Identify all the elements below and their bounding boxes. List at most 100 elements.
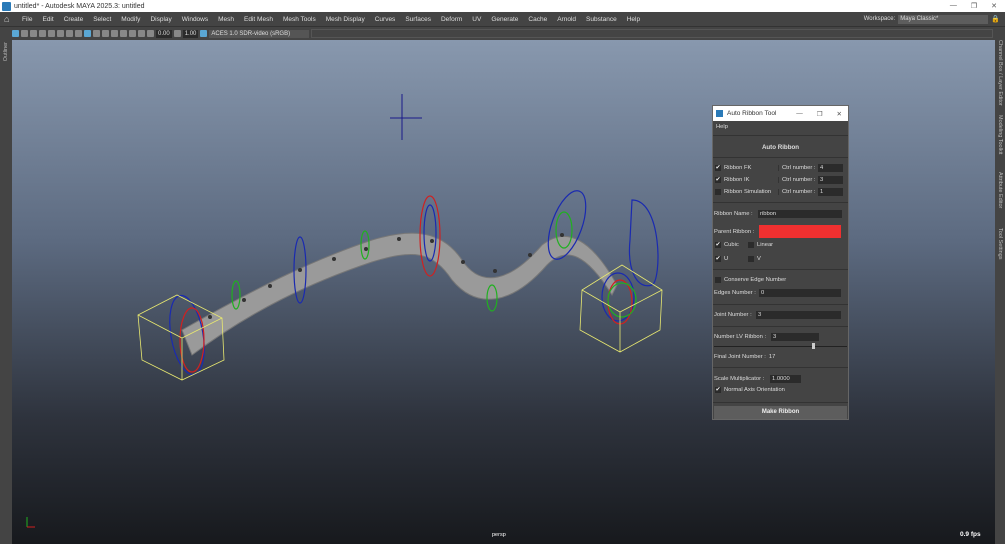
ribbon-fk-checkbox[interactable]: ✔ xyxy=(715,165,721,171)
grid-icon[interactable] xyxy=(48,30,55,37)
tool-minimize-button[interactable]: — xyxy=(796,110,803,118)
modeling-toolkit-tab[interactable]: Modeling Toolkit xyxy=(997,115,1003,154)
image-plane-icon[interactable] xyxy=(39,30,46,37)
divider xyxy=(713,326,848,327)
resolution-gate-icon[interactable] xyxy=(66,30,73,37)
lock-icon[interactable]: 🔒 xyxy=(991,15,1000,23)
left-panel-strip: Outliner xyxy=(0,40,12,544)
v-checkbox[interactable] xyxy=(748,256,754,262)
menu-modify[interactable]: Modify xyxy=(116,16,145,23)
maya-logo-icon xyxy=(716,110,723,117)
menu-display[interactable]: Display xyxy=(145,16,176,23)
minimize-button[interactable]: — xyxy=(950,2,957,10)
conserve-edge-label: Conserve Edge Number xyxy=(724,277,787,283)
menu-create[interactable]: Create xyxy=(59,16,89,23)
menu-deform[interactable]: Deform xyxy=(436,16,467,23)
sim-ctrl-number-input[interactable]: 1 xyxy=(818,188,843,196)
divider xyxy=(713,402,848,403)
menu-bar: ⌂ File Edit Create Select Modify Display… xyxy=(0,12,1005,27)
tool-menu-help[interactable]: Help xyxy=(713,124,848,130)
home-icon[interactable]: ⌂ xyxy=(4,14,14,24)
film-gate-icon[interactable] xyxy=(57,30,64,37)
attribute-editor-tab[interactable]: Attribute Editor xyxy=(997,172,1003,208)
normal-axis-label: Normal Axis Orientation xyxy=(724,387,785,393)
ribbon-simulation-checkbox[interactable] xyxy=(715,189,721,195)
ctrl-number-label: Ctrl number : xyxy=(778,165,818,171)
menu-mesh[interactable]: Mesh xyxy=(213,16,239,23)
gamma-icon[interactable] xyxy=(173,30,181,37)
lv-ribbon-slider[interactable] xyxy=(714,343,847,349)
channel-box-tab[interactable]: Channel Box / Layer Editor xyxy=(997,40,1003,106)
close-button[interactable]: ✕ xyxy=(991,2,997,10)
divider xyxy=(713,135,848,136)
final-joint-number-label: Final Joint Number : xyxy=(714,354,766,360)
lv-ribbon-slider-handle[interactable] xyxy=(811,343,815,349)
menu-windows[interactable]: Windows xyxy=(177,16,213,23)
normal-axis-checkbox[interactable]: ✔ xyxy=(715,387,721,393)
menu-cache[interactable]: Cache xyxy=(523,16,552,23)
shadows-icon[interactable] xyxy=(111,30,118,37)
divider xyxy=(713,269,848,270)
menu-mesh-display[interactable]: Mesh Display xyxy=(321,16,370,23)
window-title: untitled* - Autodesk MAYA 2025.3: untitl… xyxy=(14,2,145,10)
menu-select[interactable]: Select xyxy=(88,16,116,23)
textured-icon[interactable] xyxy=(93,30,100,37)
camera-label: persp xyxy=(492,532,506,538)
menu-help[interactable]: Help xyxy=(622,16,645,23)
u-checkbox[interactable]: ✔ xyxy=(715,256,721,262)
tool-close-button[interactable]: ✕ xyxy=(837,110,842,118)
world-origin-cross-icon xyxy=(390,94,422,140)
tool-maximize-button[interactable]: ❐ xyxy=(817,110,823,118)
ribbon-controls xyxy=(169,190,659,376)
gamma-field[interactable]: 1.00 xyxy=(182,29,199,38)
colorspace-select[interactable]: ACES 1.0 SDR-video (sRGB) xyxy=(209,29,310,38)
joint-number-input[interactable]: 3 xyxy=(756,311,841,319)
divider xyxy=(713,304,848,305)
outliner-tab[interactable]: Outliner xyxy=(3,42,9,61)
conserve-edge-checkbox[interactable] xyxy=(715,277,721,283)
tool-settings-tab[interactable]: Tool Settings xyxy=(997,228,1003,260)
exposure-icon[interactable] xyxy=(147,30,154,37)
menu-generate[interactable]: Generate xyxy=(486,16,523,23)
ambient-occlusion-icon[interactable] xyxy=(120,30,127,37)
number-lv-ribbon-input[interactable]: 3 xyxy=(771,333,819,341)
ik-ctrl-number-input[interactable]: 3 xyxy=(818,176,843,184)
ctrl-number-label: Ctrl number : xyxy=(778,189,818,195)
bookmark-icon[interactable] xyxy=(30,30,37,37)
viewport-toolbar: 0.00 1.00 ACES 1.0 SDR-video (sRGB) xyxy=(0,27,1005,40)
color-management-icon[interactable] xyxy=(200,30,208,37)
ribbon-name-input[interactable]: ribbon xyxy=(758,210,842,218)
workspace-select[interactable]: Maya Classic* xyxy=(898,14,989,24)
menu-edit-mesh[interactable]: Edit Mesh xyxy=(239,16,278,23)
linear-checkbox[interactable] xyxy=(748,242,754,248)
edges-number-label: Edges Number : xyxy=(714,290,756,296)
xray-icon[interactable] xyxy=(129,30,136,37)
menu-uv[interactable]: UV xyxy=(467,16,486,23)
joint-number-label: Joint Number : xyxy=(714,312,752,318)
divider xyxy=(713,367,848,368)
camera-attributes-icon[interactable] xyxy=(21,30,28,37)
isolate-icon[interactable] xyxy=(138,30,145,37)
cubic-checkbox[interactable]: ✔ xyxy=(715,242,721,248)
menu-file[interactable]: File xyxy=(17,16,37,23)
wireframe-icon[interactable] xyxy=(75,30,82,37)
menu-mesh-tools[interactable]: Mesh Tools xyxy=(278,16,321,23)
ribbon-ik-label: Ribbon IK xyxy=(724,177,750,183)
scale-multiplicator-input[interactable]: 1.0000 xyxy=(770,375,801,383)
menu-edit[interactable]: Edit xyxy=(37,16,58,23)
select-camera-icon[interactable] xyxy=(12,30,19,37)
maximize-button[interactable]: ❐ xyxy=(971,2,977,10)
parent-ribbon-color-swatch[interactable] xyxy=(759,225,841,238)
ribbon-ik-checkbox[interactable]: ✔ xyxy=(715,177,721,183)
menu-arnold[interactable]: Arnold xyxy=(552,16,581,23)
edges-number-input[interactable]: 0 xyxy=(759,289,841,297)
make-ribbon-button[interactable]: Make Ribbon xyxy=(714,406,847,419)
exposure-field[interactable]: 0.00 xyxy=(156,29,172,38)
menu-substance[interactable]: Substance xyxy=(581,16,622,23)
menu-curves[interactable]: Curves xyxy=(370,16,401,23)
right-panel-strip: Channel Box / Layer Editor Modeling Tool… xyxy=(995,40,1005,544)
fk-ctrl-number-input[interactable]: 4 xyxy=(818,164,843,172)
smooth-shade-icon[interactable] xyxy=(84,30,91,37)
menu-surfaces[interactable]: Surfaces xyxy=(400,16,436,23)
lights-icon[interactable] xyxy=(102,30,109,37)
